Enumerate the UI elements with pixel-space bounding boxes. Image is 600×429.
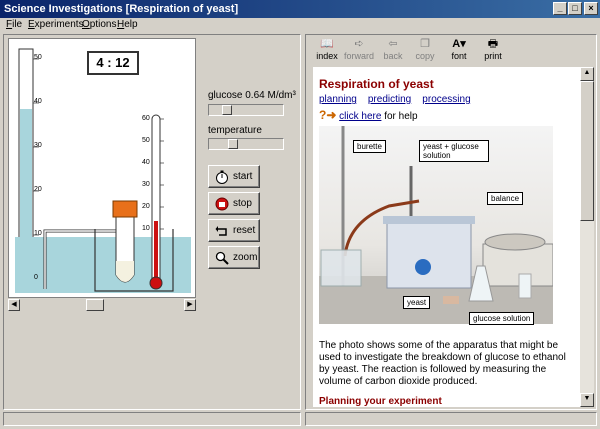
printer-icon: 🖶 <box>487 38 499 50</box>
zoom-label: zoom <box>233 252 258 263</box>
burette-tick-label: 20 <box>34 186 42 193</box>
glucose-slider-thumb[interactable] <box>222 105 232 115</box>
callout-yeast-glucose: yeast + glucose solution <box>419 140 489 162</box>
scroll-left-arrow-icon[interactable]: ◀ <box>8 299 20 311</box>
rubber-bung <box>112 200 138 218</box>
thermometer-scale <box>160 118 164 230</box>
apparatus-photo: burette yeast + glucose solution balance… <box>319 126 553 325</box>
thermometer-tick-label: 40 <box>142 159 150 166</box>
help-question-icon: ?➜ <box>319 108 337 122</box>
doc-title: Respiration of yeast <box>319 77 434 91</box>
burette-tick-label: 30 <box>34 142 42 149</box>
burette-tick-label: 0 <box>34 274 38 281</box>
copy-button[interactable]: ❐ copy <box>410 37 440 61</box>
menu-bar: File Experiments Options Help <box>0 18 600 32</box>
scroll-right-arrow-icon[interactable]: ▶ <box>184 299 196 311</box>
scroll-thumb[interactable] <box>86 299 104 311</box>
copy-icon: ❐ <box>420 38 430 50</box>
book-icon: 📖 <box>320 38 334 50</box>
thermometer-tick-label: 60 <box>142 115 150 122</box>
scroll-up-arrow-icon[interactable]: ▲ <box>580 67 594 81</box>
link-planning[interactable]: planning <box>319 94 357 105</box>
temperature-label: temperature <box>208 125 262 136</box>
window-title: Science Investigations [Respiration of y… <box>4 3 239 15</box>
thermometer-bulb <box>149 276 163 290</box>
stopwatch-icon <box>216 170 228 184</box>
maximize-button[interactable]: □ <box>568 2 582 15</box>
index-button[interactable]: 📖 index <box>312 37 342 61</box>
document-scrollbar[interactable]: ▲ ▼ <box>580 67 594 407</box>
timer-display: 4 : 12 <box>87 51 139 75</box>
stop-label: stop <box>233 198 252 209</box>
next-heading: Planning your experiment <box>319 396 442 407</box>
help-suffix: for help <box>381 111 418 122</box>
callout-balance: balance <box>487 192 524 205</box>
callout-glucose-solution: glucose solution <box>469 312 535 325</box>
font-label: font <box>451 51 467 61</box>
simulation-canvas: 50 40 30 20 10 0 60 50 40 30 20 10 4 : 1… <box>8 38 196 298</box>
font-button[interactable]: A▾ font <box>444 37 474 61</box>
water-trough <box>15 237 191 293</box>
menu-help[interactable]: Help <box>117 18 138 32</box>
burette-tick-label: 40 <box>34 98 42 105</box>
burette-tick-label: 10 <box>34 230 42 237</box>
menu-file[interactable]: File <box>6 18 22 32</box>
help-document: Respiration of yeast planning predicting… <box>313 67 580 407</box>
thermometer-tick-label: 20 <box>142 203 150 210</box>
simulation-scrollbar[interactable]: ◀ ▶ <box>8 299 196 311</box>
reset-arrow-icon <box>215 226 227 236</box>
temperature-slider-thumb[interactable] <box>228 139 238 149</box>
glucose-slider[interactable] <box>208 104 284 116</box>
status-bar <box>3 412 597 426</box>
scroll-down-arrow-icon[interactable]: ▼ <box>580 393 594 407</box>
help-toolbar: 📖 index ➪ forward ⇦ back ❐ copy A▾ font 🖶 prin… <box>306 35 596 65</box>
back-button[interactable]: ⇦ back <box>378 37 408 61</box>
font-icon: A▾ <box>452 38 466 50</box>
forward-label: forward <box>344 51 375 61</box>
glucose-label: glucose 0.64 M/dm³ <box>208 90 296 101</box>
minimize-button[interactable]: _ <box>553 2 567 15</box>
thermometer-tick-label: 10 <box>142 225 150 232</box>
link-predicting[interactable]: predicting <box>368 94 411 105</box>
thermometer-tick-label: 30 <box>142 181 150 188</box>
callout-burette: burette <box>353 140 386 153</box>
thermometer-mercury <box>154 221 158 281</box>
reset-label: reset <box>233 225 256 236</box>
temperature-slider[interactable] <box>208 138 284 150</box>
burette-tick-label: 50 <box>34 54 42 61</box>
status-panel-left <box>3 412 301 426</box>
magnifier-icon <box>215 251 229 265</box>
title-bar: Science Investigations [Respiration of y… <box>0 0 600 18</box>
start-label: start <box>233 171 253 182</box>
help-link[interactable]: click here <box>339 111 381 122</box>
forward-arrow-icon: ➪ <box>354 38 364 50</box>
copy-label: copy <box>415 51 435 61</box>
menu-experiments[interactable]: Experiments <box>28 18 84 32</box>
status-panel-right <box>305 412 597 426</box>
print-button[interactable]: 🖶 print <box>478 37 508 61</box>
back-arrow-icon: ⇦ <box>388 38 398 50</box>
print-label: print <box>484 51 502 61</box>
forward-button[interactable]: ➪ forward <box>344 37 374 61</box>
description-paragraph: The photo shows some of the apparatus th… <box>319 340 566 387</box>
zoom-button[interactable]: zoom <box>208 246 260 269</box>
stop-button[interactable]: stop <box>208 192 260 215</box>
start-button[interactable]: start <box>208 165 260 188</box>
link-processing[interactable]: processing <box>422 94 470 105</box>
reset-button[interactable]: reset <box>208 219 260 242</box>
stop-hand-icon <box>215 197 229 211</box>
document-scroll-thumb[interactable] <box>580 81 594 221</box>
back-label: back <box>383 51 403 61</box>
thermometer-tick-label: 50 <box>142 137 150 144</box>
callout-yeast: yeast <box>403 296 431 309</box>
menu-options[interactable]: Options <box>82 18 116 32</box>
index-label: index <box>316 51 338 61</box>
close-button[interactable]: × <box>584 2 598 15</box>
